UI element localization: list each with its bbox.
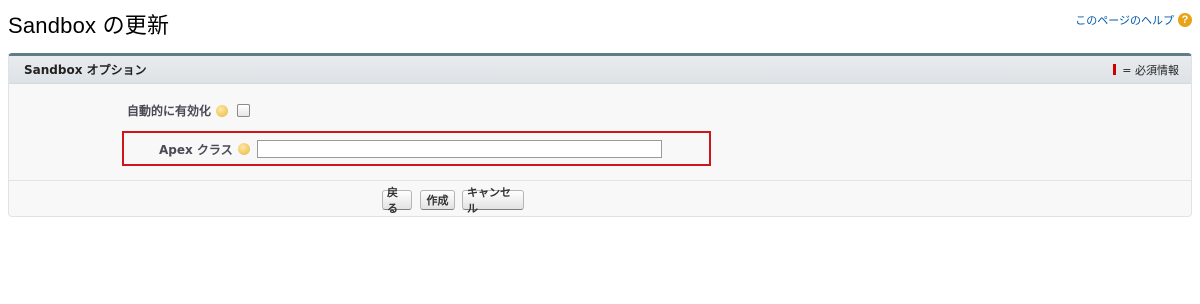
auto-activate-checkbox[interactable] [237, 104, 251, 117]
panel-header: Sandbox オプション = 必須情報 [9, 56, 1191, 84]
apex-class-row: Apex クラス [159, 140, 662, 158]
required-legend-label: = 必須情報 [1122, 63, 1179, 77]
info-icon[interactable] [237, 143, 250, 155]
auto-activate-row: 自動的に有効化 [127, 102, 251, 119]
help-link-label[interactable]: このページのヘルプ [1075, 12, 1174, 28]
page-title: Sandbox の更新 [8, 13, 170, 38]
button-row: 戻る 作成 キャンセル [9, 180, 1191, 220]
apex-class-input[interactable] [256, 140, 662, 158]
cancel-button[interactable]: キャンセル [462, 186, 524, 215]
page: Sandbox の更新 このページのヘルプ ? Sandbox オプション = … [0, 0, 1200, 304]
panel-title: Sandbox オプション [24, 63, 147, 77]
info-icon[interactable] [216, 104, 229, 117]
create-button[interactable]: 作成 [420, 190, 455, 210]
help-link[interactable]: このページのヘルプ ? [1075, 12, 1192, 28]
auto-activate-label: 自動的に有効化 [127, 104, 212, 118]
required-marker-icon [1113, 64, 1117, 75]
form-body: 自動的に有効化 Apex クラス [9, 84, 1191, 181]
question-circle-icon[interactable]: ? [1178, 13, 1192, 27]
sandbox-options-panel: Sandbox オプション = 必須情報 自動的に有効化 Apex クラス 戻る… [8, 53, 1192, 217]
required-legend: = 必須情報 [1113, 62, 1179, 78]
back-button[interactable]: 戻る [382, 186, 412, 215]
apex-class-label: Apex クラス [159, 142, 233, 157]
